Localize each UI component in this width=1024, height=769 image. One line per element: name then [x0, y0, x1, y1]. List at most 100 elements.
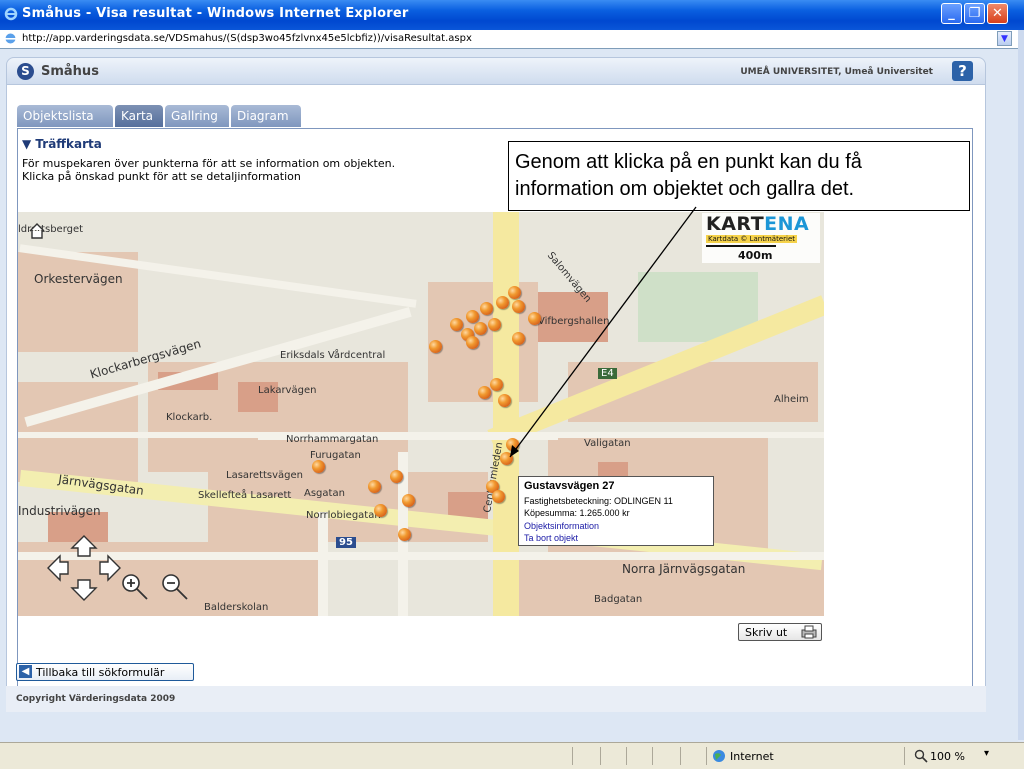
panel-description: För muspekaren över punkterna för att se…	[22, 157, 395, 183]
maximize-button[interactable]: ❐	[964, 3, 985, 24]
window-titlebar: Småhus - Visa resultat - Windows Interne…	[0, 0, 1024, 30]
map-label: Asgatan	[304, 488, 345, 499]
hit-map[interactable]: ldrottsberget Orkestervägen Klockarbergs…	[18, 212, 824, 616]
globe-icon	[713, 750, 725, 762]
kartena-brand-a: KART	[706, 213, 765, 235]
help-button[interactable]: ?	[952, 61, 973, 81]
property-pin[interactable]	[466, 310, 479, 323]
status-bar: Internet 100 % ▾	[0, 742, 1024, 769]
property-popup: Gustavsvägen 27 Fastighetsbeteckning: OD…	[518, 476, 714, 546]
pan-up-icon[interactable]	[70, 535, 98, 557]
map-credit: Kartdata © Lantmäteriet	[706, 235, 798, 243]
instruction-callout: Genom att klicka på en punkt kan du få i…	[508, 141, 970, 211]
map-label: Industrivägen	[18, 504, 101, 518]
property-pin[interactable]	[374, 504, 387, 517]
property-pin[interactable]	[450, 318, 463, 331]
map-label: Alheim	[774, 394, 809, 405]
pan-down-icon[interactable]	[70, 579, 98, 601]
ie-icon	[4, 7, 18, 21]
status-separator	[626, 747, 627, 765]
url-text[interactable]: http://app.varderingsdata.se/VDSmahus/(S…	[22, 33, 472, 44]
property-pin[interactable]	[478, 386, 491, 399]
property-pin[interactable]	[398, 528, 411, 541]
kartena-brand: KARTENA	[706, 213, 809, 235]
property-pin[interactable]	[466, 336, 479, 349]
map-road	[318, 512, 328, 616]
right-edge	[1018, 30, 1024, 740]
copyright: Copyright Värderingsdata 2009	[16, 694, 176, 704]
status-separator	[600, 747, 601, 765]
map-label: Lakarvägen	[258, 385, 317, 396]
close-button[interactable]: ✕	[987, 3, 1008, 24]
object-info-link[interactable]: Objektsinformation	[524, 521, 599, 531]
callout-line-2: information om objektet och gallra det.	[515, 178, 855, 200]
description-line-1: För muspekaren över punkterna för att se…	[22, 157, 396, 170]
map-block	[18, 252, 138, 352]
tab-gallring[interactable]: Gallring	[165, 105, 229, 127]
scale-label: 400m	[738, 249, 773, 262]
property-pin[interactable]	[492, 490, 505, 503]
pan-left-icon[interactable]	[47, 554, 69, 582]
address-bar[interactable]: http://app.varderingsdata.se/VDSmahus/(S…	[0, 30, 1018, 49]
tab-karta[interactable]: Karta	[115, 105, 163, 127]
arrow-left-icon: ◀	[19, 665, 32, 678]
tab-diagram[interactable]: Diagram	[231, 105, 301, 127]
map-label: Badgatan	[594, 594, 643, 605]
pan-right-icon[interactable]	[99, 554, 121, 582]
popup-property-id: Fastighetsbeteckning: ODLINGEN 11	[524, 496, 673, 506]
map-label: Norra Järnvägsgatan	[622, 562, 746, 576]
property-pin[interactable]	[402, 494, 415, 507]
window-title: Småhus - Visa resultat - Windows Interne…	[22, 6, 409, 21]
map-road	[18, 552, 824, 560]
zoom-in-icon[interactable]	[120, 572, 150, 602]
popup-price: Köpesumma: 1.265.000 kr	[524, 508, 630, 518]
property-pin[interactable]	[474, 322, 487, 335]
zoom-dropdown-icon[interactable]: ▾	[984, 748, 989, 759]
organization-name: UMEÅ UNIVERSITET, Umeå Universitet	[740, 67, 933, 77]
app-logo: S	[17, 63, 34, 80]
zoom-out-icon[interactable]	[160, 572, 190, 602]
scale-bar	[706, 245, 776, 247]
status-separator	[652, 747, 653, 765]
remove-object-link[interactable]: Ta bort objekt	[524, 533, 578, 543]
property-pin[interactable]	[390, 470, 403, 483]
status-separator	[904, 747, 905, 765]
app-header: S Småhus UMEÅ UNIVERSITET, Umeå Universi…	[6, 57, 986, 85]
property-pin[interactable]	[429, 340, 442, 353]
print-label: Skriv ut	[745, 626, 788, 639]
status-separator	[680, 747, 681, 765]
security-zone: Internet	[730, 750, 774, 763]
kartena-logo: KARTENA Kartdata © Lantmäteriet 400m	[702, 213, 820, 263]
map-label: Orkestervägen	[34, 272, 123, 286]
minimize-button[interactable]: _	[941, 3, 962, 24]
app-footer: Copyright Värderingsdata 2009	[6, 686, 986, 712]
panel-heading[interactable]: ▼ Träffkarta	[22, 137, 102, 151]
callout-line-1: Genom att klicka på en punkt kan du få	[515, 151, 862, 173]
address-dropdown-button[interactable]: ▼	[997, 31, 1012, 46]
property-pin[interactable]	[480, 302, 493, 315]
page-icon	[5, 33, 16, 44]
property-pin[interactable]	[312, 460, 325, 473]
map-label: Eriksdals Vårdcentral	[280, 350, 386, 361]
back-label: Tillbaka till sökformulär	[36, 666, 165, 679]
zoom-level[interactable]: 100 %	[930, 750, 965, 763]
home-icon[interactable]	[28, 222, 46, 240]
map-label: Klockarb.	[166, 412, 213, 423]
print-button[interactable]: Skriv ut	[738, 623, 822, 641]
map-label: Balderskolan	[204, 602, 269, 613]
map-label: Norrlobiegatan	[306, 510, 381, 521]
pan-controls[interactable]	[32, 532, 132, 604]
app-name: Småhus	[41, 64, 99, 79]
map-label: Skellefteå Lasarett	[198, 490, 292, 501]
map-road	[18, 432, 824, 438]
map-label: Norrhammargatan	[286, 434, 379, 445]
callout-arrow	[509, 206, 697, 458]
popup-title: Gustavsvägen 27	[524, 480, 615, 492]
printer-icon	[801, 625, 817, 639]
tab-objektslista[interactable]: Objektslista	[17, 105, 113, 127]
property-pin[interactable]	[368, 480, 381, 493]
description-line-2: Klicka på önskad punkt för att se detalj…	[22, 170, 301, 183]
map-label: 95	[336, 537, 356, 548]
status-separator	[706, 747, 707, 765]
back-to-search-button[interactable]: ◀ Tillbaka till sökformulär	[16, 663, 194, 681]
